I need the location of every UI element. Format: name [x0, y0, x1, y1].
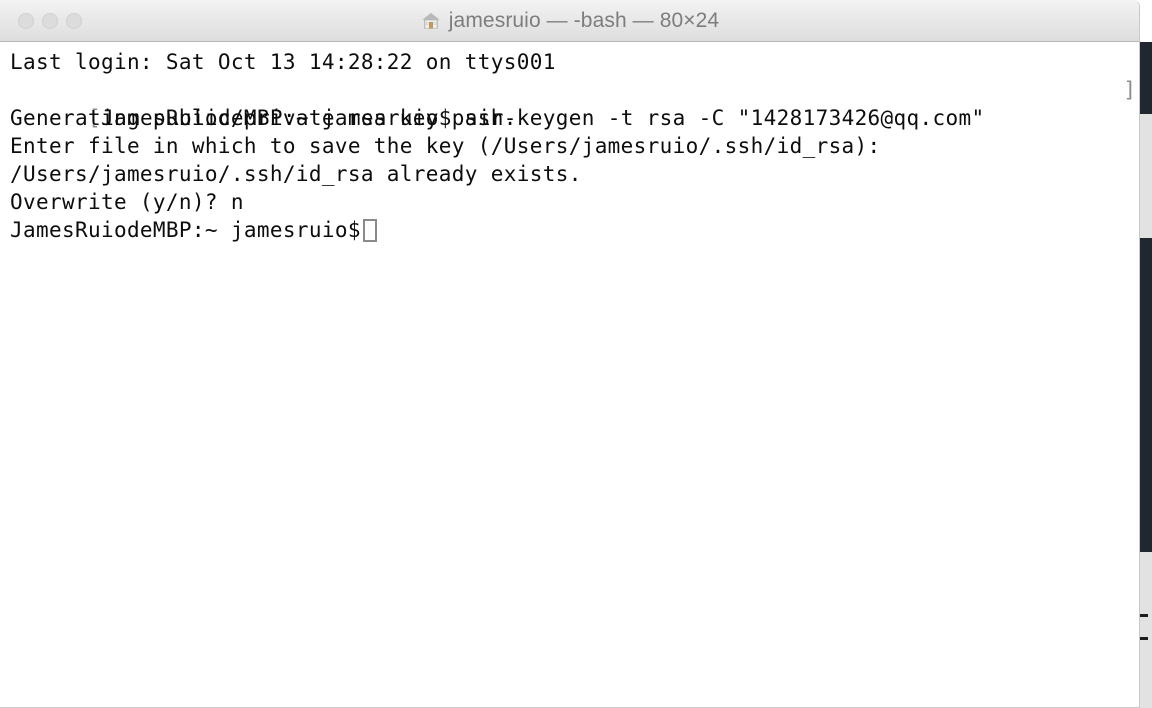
window-title: jamesruio — -bash — 80×24: [448, 8, 720, 32]
background-window-dark-strip-upper: [1138, 42, 1152, 114]
terminal-window[interactable]: jamesruio — -bash — 80×24 Last login: Sa…: [0, 0, 1140, 708]
close-button[interactable]: [18, 12, 34, 29]
background-window-dark-strip-lower: [1138, 238, 1152, 552]
terminal-screen[interactable]: Last login: Sat Oct 13 14:28:22 on ttys0…: [0, 42, 1139, 707]
terminal-line-last-login: Last login: Sat Oct 13 14:28:22 on ttys0…: [10, 50, 556, 74]
title-bar[interactable]: jamesruio — -bash — 80×24: [0, 0, 1139, 42]
shell-prompt: JamesRuiodeMBP:~ jamesruio$: [10, 218, 361, 242]
terminal-prompt-line[interactable]: JamesRuiodeMBP:~ jamesruio$: [10, 216, 1139, 244]
home-icon: [422, 12, 440, 29]
terminal-line-already-exists: /Users/jamesruio/.ssh/id_rsa already exi…: [10, 162, 582, 186]
terminal-line-overwrite: Overwrite (y/n)? n: [10, 190, 244, 214]
text-cursor[interactable]: [362, 218, 377, 242]
background-window-light-strip-upper: [1138, 114, 1152, 238]
window-controls[interactable]: [18, 12, 82, 29]
terminal-line-command: [JamesRuiodeMBP:~ jamesruio$ ssh-keygen …: [10, 76, 1139, 130]
title-bar-center: jamesruio — -bash — 80×24: [0, 0, 1139, 41]
line-suffix-bracket: ]: [1123, 78, 1136, 102]
terminal-line-enter-file: Enter file in which to save the key (/Us…: [10, 134, 881, 158]
minimize-button[interactable]: [42, 12, 58, 29]
zoom-button[interactable]: [66, 12, 82, 29]
